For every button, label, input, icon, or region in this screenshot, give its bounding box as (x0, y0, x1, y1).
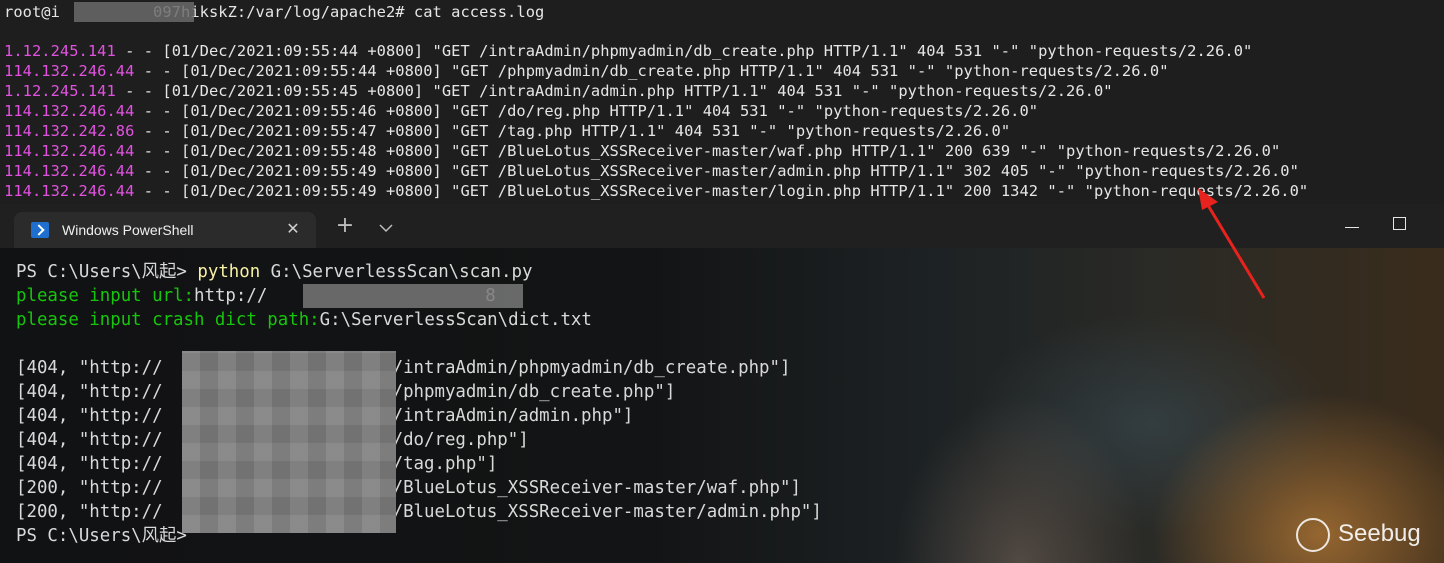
log-line: 1.12.245.141 - - [01/Dec/2021:09:55:45 +… (4, 82, 1113, 100)
log-line: 114.132.246.44 - - [01/Dec/2021:09:55:44… (4, 62, 1169, 80)
maximize-button[interactable] (1384, 212, 1414, 242)
log-ip: 1.12.245.141 (4, 42, 116, 60)
chevron-down-icon[interactable] (376, 220, 396, 234)
minimize-button[interactable] (1332, 218, 1372, 238)
result-line: [200, "http:///BlueLotus_XSSReceiver-mas… (16, 478, 801, 498)
log-ip: 114.132.246.44 (4, 142, 135, 160)
seebug-watermark: Seebug (1296, 514, 1436, 554)
log-line: 114.132.242.86 - - [01/Dec/2021:09:55:47… (4, 122, 1011, 140)
log-line: 114.132.246.44 - - [01/Dec/2021:09:55:46… (4, 102, 1039, 120)
dict-input-line: please input crash dict path:G:\Serverle… (16, 310, 592, 330)
new-tab-button[interactable]: + (334, 215, 356, 238)
tab-windows-powershell[interactable]: Windows PowerShell ✕ (14, 212, 316, 248)
log-ip: 114.132.242.86 (4, 122, 135, 140)
final-prompt-line: PS C:\Users\风起> (16, 526, 187, 546)
log-ip: 114.132.246.44 (4, 162, 135, 180)
apache-log-terminal[interactable]: root@i 097hikskZ:/var/log/apache2# cat a… (0, 0, 1444, 204)
log-ip: 1.12.245.141 (4, 82, 116, 100)
log-line: 114.132.246.44 - - [01/Dec/2021:09:55:48… (4, 142, 1281, 160)
log-ip: 114.132.246.44 (4, 182, 135, 200)
redacted-url (303, 284, 523, 308)
red-arrow-icon (1198, 188, 1266, 299)
command-name: python (197, 262, 261, 282)
seebug-logo-icon (1296, 518, 1330, 552)
result-line: [404, "http:///intraAdmin/phpmyadmin/db_… (16, 358, 791, 378)
command-line: PS C:\Users\风起> python G:\ServerlessScan… (16, 262, 533, 282)
redacted-host-mosaic (182, 351, 396, 533)
seebug-text: Seebug (1338, 520, 1421, 547)
redacted-hostname (74, 2, 194, 22)
log-ip: 114.132.246.44 (4, 62, 135, 80)
powershell-icon (31, 222, 49, 238)
result-line: [200, "http:///BlueLotus_XSSReceiver-mas… (16, 502, 822, 522)
log-ip: 114.132.246.44 (4, 102, 135, 120)
log-line: 114.132.246.44 - - [01/Dec/2021:09:55:49… (4, 182, 1309, 200)
log-line: 114.132.246.44 - - [01/Dec/2021:09:55:49… (4, 162, 1299, 180)
tab-title: Windows PowerShell (62, 222, 194, 238)
tab-close-icon[interactable]: ✕ (284, 220, 302, 238)
log-line: 1.12.245.141 - - [01/Dec/2021:09:55:44 +… (4, 42, 1253, 60)
